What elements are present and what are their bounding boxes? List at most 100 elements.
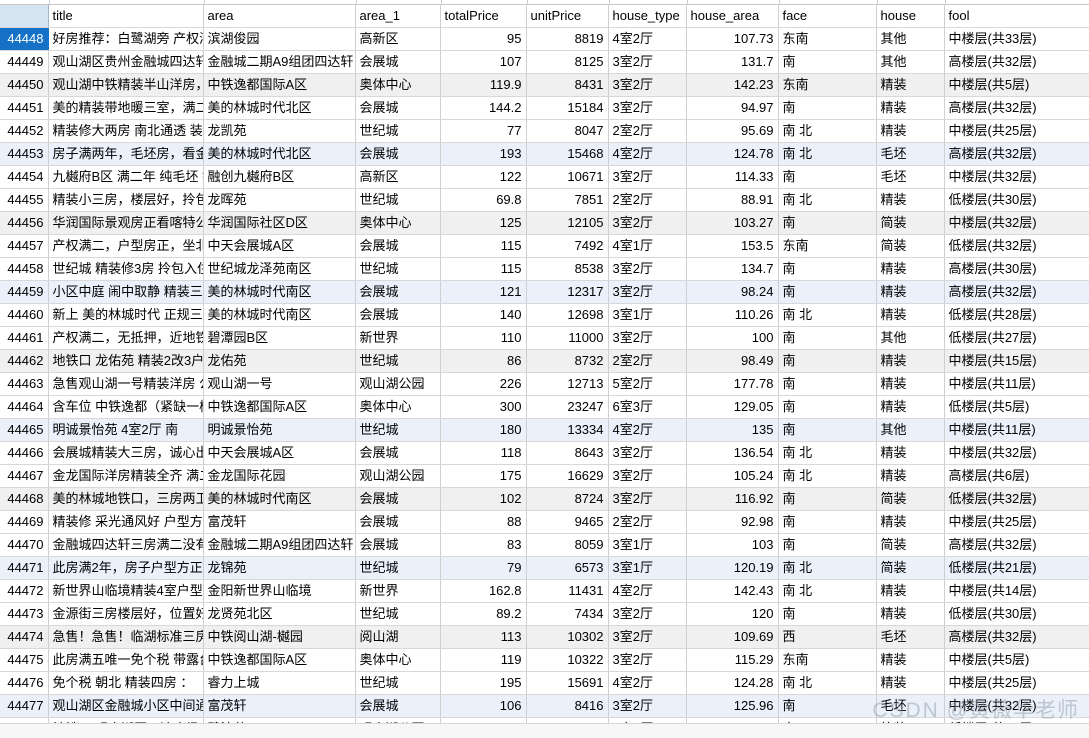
cell-house_area[interactable]: 109.69 <box>686 625 779 649</box>
cell-face[interactable]: 南 <box>778 602 877 626</box>
cell-house_area[interactable]: 142.23 <box>686 73 779 97</box>
cell-area[interactable]: 富茂轩 <box>203 694 356 718</box>
cell-fool[interactable]: 中楼层(共25层) <box>944 671 1089 695</box>
cell-house_area[interactable]: 129.05 <box>686 395 779 419</box>
cell-unitPrice[interactable]: 12317 <box>526 280 609 304</box>
cell-house[interactable]: 其他 <box>876 326 945 350</box>
row-index-cell[interactable]: 44452 <box>0 119 49 143</box>
cell-house_area[interactable]: 88.91 <box>686 188 779 212</box>
table-row[interactable]: 44472 新世界山临境精装4室户型进 金阳新世界山临境 新世界 162.8 11431 4… <box>0 579 1089 603</box>
cell-house_type[interactable]: 3室2厅 <box>608 165 687 189</box>
cell-house_area[interactable]: 94.97 <box>686 96 779 120</box>
cell-area_1[interactable]: 会展城 <box>355 487 441 511</box>
cell-unitPrice[interactable]: 8538 <box>526 257 609 281</box>
table-row[interactable]: 44466会展城精装大三房，诚心出售中天会展城A区会展城11886433室2厅1… <box>0 441 1089 465</box>
column-header-totalPrice[interactable]: totalPrice <box>440 4 527 28</box>
cell-house_type[interactable]: 3室2厅 <box>608 73 687 97</box>
cell-totalPrice[interactable]: 180 <box>440 418 527 442</box>
table-row[interactable]: 44451 美的精装带地暖三室，满二 美的林城时代北区 会展城 144.2 15184 3室… <box>0 96 1089 120</box>
cell-totalPrice[interactable]: 110 <box>440 326 527 350</box>
row-index-cell[interactable]: 44454 <box>0 165 49 189</box>
cell-face[interactable]: 南 <box>778 165 877 189</box>
cell-house[interactable]: 毛坯 <box>876 165 945 189</box>
row-index-cell[interactable]: 44468 <box>0 487 49 511</box>
cell-totalPrice[interactable]: 140 <box>440 303 527 327</box>
table-row[interactable]: 44470 金融城四达轩三房满二没有 金融城二期A9组团四达轩 会展城 83 8059 3室… <box>0 533 1089 557</box>
cell-house[interactable]: 精装 <box>876 119 945 143</box>
column-header-house_type[interactable]: house_type <box>608 4 687 28</box>
cell-area_1[interactable]: 会展城 <box>355 510 441 534</box>
table-row[interactable]: 44456 华润国际景观房正看喀特公 华润国际社区D区 奥体中心 125 12105 3室2… <box>0 211 1089 235</box>
row-index-cell[interactable]: 44463 <box>0 372 49 396</box>
row-index-cell[interactable]: 44475 <box>0 648 49 672</box>
cell-house_area[interactable]: 92.98 <box>686 510 779 534</box>
cell-area_1[interactable]: 会展城 <box>355 96 441 120</box>
table-row[interactable]: 44448 好房推荐：白鹭湖旁 产权满 滨湖俊园 高新区 95 8819 4室2厅 107.7… <box>0 27 1089 51</box>
cell-fool[interactable]: 高楼层(共32层) <box>944 142 1089 166</box>
cell-fool[interactable]: 中楼层(共32层) <box>944 211 1089 235</box>
cell-fool[interactable]: 中楼层(共32层) <box>944 441 1089 465</box>
cell-face[interactable]: 南 <box>778 326 877 350</box>
cell-house_area[interactable]: 120.19 <box>686 556 779 580</box>
cell-fool[interactable]: 中楼层(共32层) <box>944 165 1089 189</box>
cell-area_1[interactable]: 世纪城 <box>355 556 441 580</box>
cell-unitPrice[interactable]: 8059 <box>526 533 609 557</box>
cell-unitPrice[interactable]: 15468 <box>526 142 609 166</box>
cell-totalPrice[interactable]: 144.2 <box>440 96 527 120</box>
cell-fool[interactable]: 高楼层(共32层) <box>944 50 1089 74</box>
cell-fool[interactable]: 低楼层(共28层) <box>944 303 1089 327</box>
table-row[interactable]: 44471 此房满2年，房子户型方正， 龙锦苑 世纪城 79 6573 3室1厅 120.19… <box>0 556 1089 580</box>
cell-unitPrice[interactable]: 16629 <box>526 464 609 488</box>
cell-unitPrice[interactable]: 13334 <box>526 418 609 442</box>
cell-face[interactable]: 东南 <box>778 648 877 672</box>
cell-area[interactable]: 滨湖俊园 <box>203 27 356 51</box>
cell-fool[interactable]: 中楼层(共5层) <box>944 73 1089 97</box>
cell-totalPrice[interactable]: 118 <box>440 441 527 465</box>
row-index-cell[interactable]: 44469 <box>0 510 49 534</box>
cell-area[interactable]: 金融城二期A9组团四达轩 <box>203 533 356 557</box>
cell-house_area[interactable]: 114.33 <box>686 165 779 189</box>
cell-totalPrice[interactable]: 113 <box>440 625 527 649</box>
cell-totalPrice[interactable]: 193 <box>440 142 527 166</box>
cell-title[interactable]: 免个税 朝北 精装四房 ： <box>48 671 204 695</box>
cell-face[interactable]: 西 <box>778 625 877 649</box>
cell-fool[interactable]: 中楼层(共25层) <box>944 510 1089 534</box>
cell-unitPrice[interactable]: 8643 <box>526 441 609 465</box>
cell-house_area[interactable]: 124.78 <box>686 142 779 166</box>
cell-unitPrice[interactable]: 8732 <box>526 349 609 373</box>
cell-house_type[interactable]: 3室2厅 <box>608 602 687 626</box>
cell-house_type[interactable]: 3室2厅 <box>608 96 687 120</box>
cell-area_1[interactable]: 世纪城 <box>355 671 441 695</box>
cell-house_type[interactable]: 2室2厅 <box>608 349 687 373</box>
row-index-cell[interactable]: 44465 <box>0 418 49 442</box>
cell-house[interactable]: 毛坯 <box>876 142 945 166</box>
cell-face[interactable]: 南 北 <box>778 671 877 695</box>
cell-house_type[interactable]: 4室2厅 <box>608 27 687 51</box>
cell-area[interactable]: 龙晖苑 <box>203 188 356 212</box>
cell-area[interactable]: 金龙国际花园 <box>203 464 356 488</box>
cell-house_type[interactable]: 6室3厅 <box>608 395 687 419</box>
cell-house_area[interactable]: 177.78 <box>686 372 779 396</box>
table-row[interactable]: 44463 急售观山湖一号精装洋房 公观山湖一号 观山湖公园 226 12713 5室2厅… <box>0 372 1089 396</box>
cell-unitPrice[interactable]: 8819 <box>526 27 609 51</box>
cell-unitPrice[interactable]: 7851 <box>526 188 609 212</box>
table-row[interactable]: 44454 九樾府B区 满二年 纯毛坯 钥融创九樾府B区 高新区 122 10671 3室… <box>0 165 1089 189</box>
cell-fool[interactable]: 高楼层(共32层) <box>944 533 1089 557</box>
cell-house[interactable]: 毛坯 <box>876 625 945 649</box>
cell-area[interactable]: 中天会展城A区 <box>203 441 356 465</box>
cell-area_1[interactable]: 会展城 <box>355 533 441 557</box>
cell-fool[interactable]: 中楼层(共15层) <box>944 349 1089 373</box>
cell-area[interactable]: 龙锦苑 <box>203 556 356 580</box>
cell-fool[interactable]: 中楼层(共11层) <box>944 372 1089 396</box>
cell-title[interactable]: 九樾府B区 满二年 纯毛坯 钥 <box>48 165 204 189</box>
cell-face[interactable]: 南 <box>778 211 877 235</box>
cell-unitPrice[interactable]: 12713 <box>526 372 609 396</box>
cell-house[interactable]: 简装 <box>876 234 945 258</box>
row-index-cell[interactable]: 44476 <box>0 671 49 695</box>
cell-totalPrice[interactable]: 226 <box>440 372 527 396</box>
cell-unitPrice[interactable]: 9465 <box>526 510 609 534</box>
cell-house_area[interactable]: 107.73 <box>686 27 779 51</box>
cell-unitPrice[interactable]: 11431 <box>526 579 609 603</box>
row-index-cell[interactable]: 44456 <box>0 211 49 235</box>
cell-house_type[interactable]: 3室2厅 <box>608 211 687 235</box>
